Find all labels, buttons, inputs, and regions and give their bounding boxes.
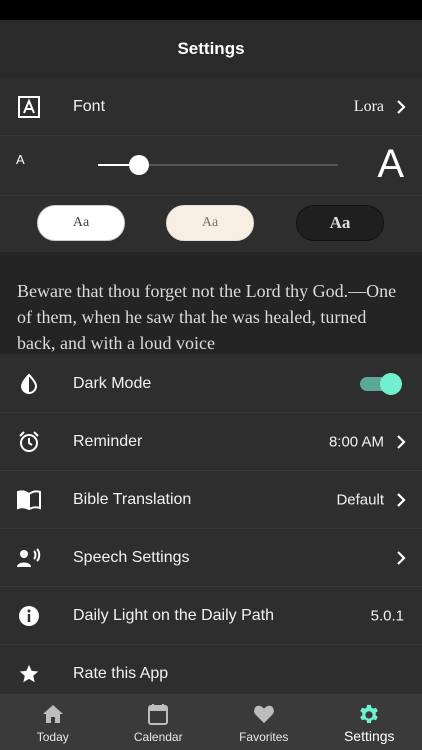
font-size-large-label: A bbox=[377, 142, 404, 186]
font-icon bbox=[16, 94, 42, 120]
bible-translation-value: Default bbox=[336, 491, 384, 508]
speech-settings-row[interactable]: Speech Settings bbox=[0, 529, 422, 587]
chevron-right-icon bbox=[396, 434, 406, 450]
tab-label: Today bbox=[36, 730, 69, 744]
dark-mode-toggle[interactable] bbox=[360, 372, 402, 395]
rate-app-label: Rate this App bbox=[73, 665, 169, 682]
chevron-right-icon bbox=[396, 99, 406, 115]
dark-mode-label: Dark Mode bbox=[73, 374, 152, 392]
calendar-icon bbox=[146, 703, 170, 725]
theme-light-button[interactable]: Aa bbox=[37, 205, 125, 241]
tab-label: Settings bbox=[343, 728, 395, 744]
gear-icon bbox=[357, 703, 381, 725]
version-value: 5.0.1 bbox=[370, 607, 404, 624]
font-size-row: A A bbox=[0, 136, 422, 196]
tab-favorites[interactable]: Favorites bbox=[211, 694, 317, 750]
font-value: Lora bbox=[353, 97, 384, 115]
chevron-right-icon bbox=[396, 550, 406, 566]
chevron-right-icon bbox=[396, 492, 406, 508]
text-preview: Beware that thou forget not the Lord thy… bbox=[0, 252, 422, 354]
book-icon bbox=[16, 487, 42, 513]
bible-translation-row[interactable]: Bible Translation Default bbox=[0, 471, 422, 529]
star-icon bbox=[16, 661, 42, 687]
font-row[interactable]: Font Lora bbox=[0, 78, 422, 136]
theme-dark-button[interactable]: Aa bbox=[296, 205, 384, 241]
alarm-clock-icon bbox=[16, 429, 42, 455]
tab-bar: Today Calendar Favorites Settings bbox=[0, 694, 422, 750]
speaker-person-icon bbox=[16, 545, 42, 571]
tab-label: Calendar bbox=[133, 730, 183, 744]
tab-settings[interactable]: Settings bbox=[317, 694, 422, 750]
heart-icon bbox=[252, 703, 276, 725]
preview-text: Beware that thou forget not the Lord thy… bbox=[17, 281, 397, 353]
about-row: Daily Light on the Daily Path 5.0.1 bbox=[0, 587, 422, 645]
font-size-slider[interactable] bbox=[98, 155, 338, 175]
reminder-row[interactable]: Reminder 8:00 AM bbox=[0, 413, 422, 471]
about-label: Daily Light on the Daily Path bbox=[73, 606, 274, 624]
status-bar bbox=[0, 0, 422, 20]
home-icon bbox=[41, 703, 65, 725]
reminder-label: Reminder bbox=[73, 432, 143, 450]
contrast-icon bbox=[16, 371, 42, 397]
tab-label: Favorites bbox=[239, 730, 289, 744]
page-title: Settings bbox=[177, 39, 245, 58]
font-label: Font bbox=[73, 97, 106, 115]
tab-today[interactable]: Today bbox=[0, 694, 106, 750]
info-icon bbox=[16, 603, 42, 629]
slider-thumb[interactable] bbox=[128, 155, 149, 175]
theme-sepia-button[interactable]: Aa bbox=[166, 205, 254, 241]
bible-translation-label: Bible Translation bbox=[73, 490, 192, 508]
navigation-bar: Settings bbox=[0, 20, 422, 78]
reminder-value: 8:00 AM bbox=[328, 433, 384, 450]
theme-row: Aa Aa Aa bbox=[0, 196, 422, 252]
dark-mode-row: Dark Mode bbox=[0, 355, 422, 413]
tab-calendar[interactable]: Calendar bbox=[106, 694, 212, 750]
toggle-knob bbox=[380, 372, 402, 395]
font-size-small-label: A bbox=[16, 152, 25, 167]
speech-settings-label: Speech Settings bbox=[73, 548, 190, 566]
